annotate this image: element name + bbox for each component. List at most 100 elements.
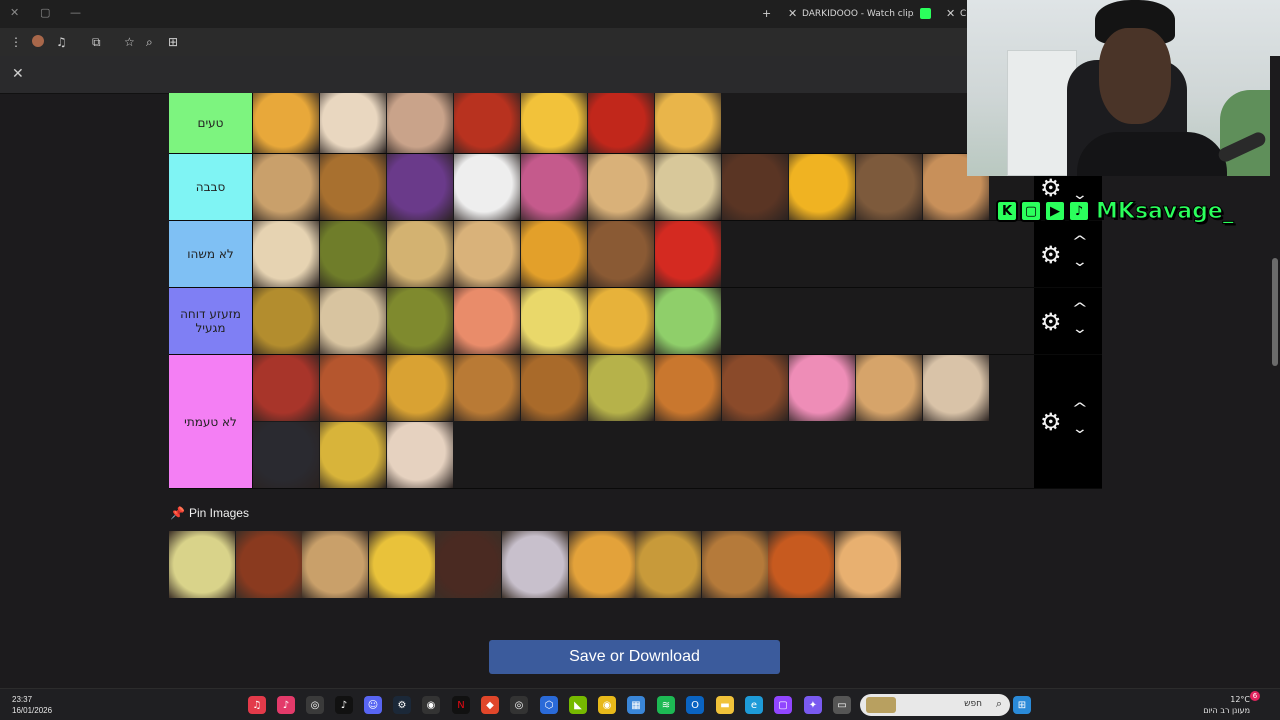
media-icon[interactable]: ♫ xyxy=(56,35,67,49)
lattice-pie-tile[interactable] xyxy=(320,355,386,421)
tacos-tile[interactable] xyxy=(387,355,453,421)
tiktok-app-icon[interactable]: ♪ xyxy=(277,696,295,714)
tomato-sauce-tile[interactable] xyxy=(588,93,654,153)
chevron-up-icon[interactable]: ^ xyxy=(1072,402,1088,416)
samosa-triangles-tile[interactable] xyxy=(253,154,319,220)
scrollbar-thumb[interactable] xyxy=(1272,258,1278,366)
app-circle-icon[interactable]: ◎ xyxy=(510,696,528,714)
close-panel-icon[interactable]: ✕ xyxy=(12,66,24,82)
tier-label[interactable]: טעים xyxy=(169,93,253,153)
gear-icon[interactable]: ⚙ xyxy=(1040,410,1062,434)
nvidia-icon[interactable]: ◣ xyxy=(569,696,587,714)
cheese-pastry-tile[interactable] xyxy=(635,531,702,598)
netflix-icon[interactable]: N xyxy=(452,696,470,714)
profile-icon[interactable] xyxy=(32,35,44,47)
chicken-wings-tile[interactable] xyxy=(235,531,302,598)
quiche-tile[interactable] xyxy=(701,531,768,598)
omelette-tile[interactable] xyxy=(655,93,721,153)
taskbar-weather[interactable]: 12°C מעונן רב היום xyxy=(1200,694,1250,716)
fish-dish-tile[interactable] xyxy=(856,154,922,220)
translate-icon[interactable]: ⊞ xyxy=(168,35,178,49)
olives-peppers-tile[interactable] xyxy=(387,288,453,354)
gear-icon[interactable]: ⚙ xyxy=(1040,310,1062,334)
gear-icon[interactable]: ⚙ xyxy=(1040,243,1062,267)
ice-pop-tile[interactable] xyxy=(387,154,453,220)
mac-and-cheese-tile[interactable] xyxy=(789,154,855,220)
hummus-tile[interactable] xyxy=(387,221,453,287)
kadaif-tile[interactable] xyxy=(588,355,654,421)
twitch-icon[interactable]: ▢ xyxy=(774,696,792,714)
french-fries-tile[interactable] xyxy=(253,93,319,153)
zoom-icon[interactable]: ⌕ xyxy=(146,35,153,49)
outlook-icon[interactable]: O xyxy=(686,696,704,714)
tier-label[interactable]: מזעזע דוחה מגעיל xyxy=(169,288,253,354)
taskbar-clock[interactable]: 23:37 16/01/2026 xyxy=(12,694,52,716)
caviar-crackers-tile[interactable] xyxy=(253,422,319,488)
mozzarella-sticks-tile[interactable] xyxy=(655,355,721,421)
tier-label[interactable]: סבבה xyxy=(169,154,253,220)
fried-dumplings-tile[interactable] xyxy=(856,355,922,421)
save-or-download-button[interactable]: Save or Download xyxy=(489,640,780,674)
chevron-up-icon[interactable]: ^ xyxy=(1072,302,1088,316)
gnocchi-tile[interactable] xyxy=(169,531,235,598)
copilot-icon[interactable]: ✦ xyxy=(804,696,822,714)
gefilte-fish-tile[interactable] xyxy=(387,422,453,488)
music-app-icon[interactable]: ♫ xyxy=(248,696,266,714)
tab-close-icon[interactable]: ✕ xyxy=(788,4,797,24)
obs-icon[interactable]: ◉ xyxy=(422,696,440,714)
brownies-tile[interactable] xyxy=(435,531,502,598)
honey-tile[interactable] xyxy=(521,221,587,287)
menu-icon[interactable]: ⋮ xyxy=(10,35,22,49)
file-explorer-icon[interactable]: ▬ xyxy=(716,696,734,714)
app-window-icon[interactable]: ▭ xyxy=(833,696,851,714)
stuffed-peppers-tile[interactable] xyxy=(655,221,721,287)
rice-with-veggies-tile[interactable] xyxy=(655,154,721,220)
chevron-up-icon[interactable]: ^ xyxy=(1072,235,1088,249)
tier-label[interactable]: לא טעמתי xyxy=(169,355,253,488)
scrollbar-track[interactable] xyxy=(1270,56,1280,688)
tab-partial[interactable]: C xyxy=(960,4,966,24)
grilled-cheese-tile[interactable] xyxy=(568,531,635,598)
chrome-pinned-icon[interactable]: ◎ xyxy=(306,696,324,714)
new-tab-icon[interactable]: + xyxy=(762,4,771,24)
restore-window-icon[interactable]: ▢ xyxy=(40,6,50,19)
sushi-tile[interactable] xyxy=(454,288,520,354)
pea-soup-tile[interactable] xyxy=(253,288,319,354)
tiktok-icon[interactable]: ♪ xyxy=(335,696,353,714)
tahini-bowl-tile[interactable] xyxy=(923,355,989,421)
mashed-potatoes-tile[interactable] xyxy=(521,288,587,354)
latkes-tile[interactable] xyxy=(722,355,788,421)
chrome-icon[interactable]: ◉ xyxy=(598,696,616,714)
taskbar-search[interactable]: חפש ⌕ xyxy=(860,694,1010,716)
steam-icon[interactable]: ⚙ xyxy=(393,696,411,714)
vpn-icon[interactable]: ⬡ xyxy=(540,696,558,714)
spotify-icon[interactable]: ≋ xyxy=(657,696,675,714)
cheeseburger-tile[interactable] xyxy=(521,355,587,421)
tab-close-icon[interactable]: ✕ xyxy=(946,4,955,24)
tab-darkidooo[interactable]: DARKIDOOO - Watch clips on xyxy=(802,4,914,24)
pickles-tile[interactable] xyxy=(320,221,386,287)
store-icon[interactable]: ▦ xyxy=(627,696,645,714)
sweet-potatoes-tile[interactable] xyxy=(768,531,835,598)
bacon-tile[interactable] xyxy=(253,355,319,421)
chevron-down-icon[interactable]: ⌄ xyxy=(1072,322,1088,336)
corn-cob-tile[interactable] xyxy=(588,288,654,354)
close-window-icon[interactable]: ✕ xyxy=(10,6,19,19)
toast-tile[interactable] xyxy=(835,531,901,598)
hamantaschen-tile[interactable] xyxy=(454,221,520,287)
chicken-soup-tile[interactable] xyxy=(320,422,386,488)
croissant-tile[interactable] xyxy=(320,154,386,220)
muffin-tile[interactable] xyxy=(588,221,654,287)
sandwich-tile[interactable] xyxy=(253,221,319,287)
bourekas-tile[interactable] xyxy=(588,154,654,220)
white-rice-tile[interactable] xyxy=(454,154,520,220)
grilled-chicken-tile[interactable] xyxy=(302,531,369,598)
minimize-window-icon[interactable]: — xyxy=(70,6,81,19)
popcorn-tile[interactable] xyxy=(320,93,386,153)
edge-icon[interactable]: e xyxy=(745,696,763,714)
fruit-salad-tile[interactable] xyxy=(368,531,435,598)
shakshuka-tile[interactable] xyxy=(454,93,520,153)
star-icon[interactable]: ☆ xyxy=(124,35,135,49)
chevron-down-icon[interactable]: ⌄ xyxy=(1072,422,1088,436)
crepe-strawberry-tile[interactable] xyxy=(387,93,453,153)
